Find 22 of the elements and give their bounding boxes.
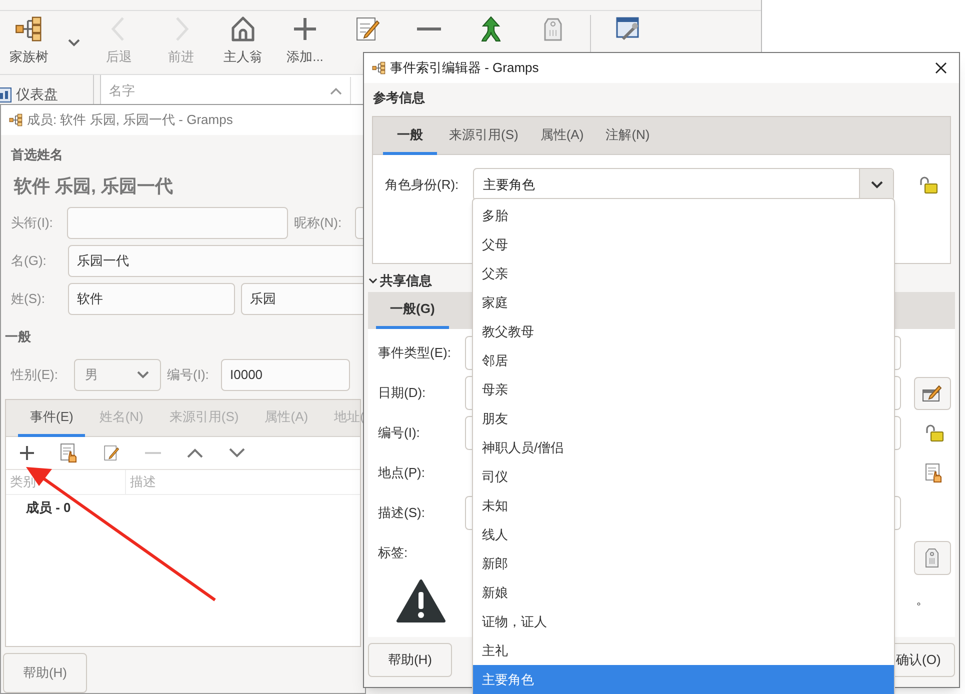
section-heading: 一般: [5, 328, 32, 346]
window-title: 事件索引编辑器 - Gramps: [390, 59, 540, 78]
field-label: 角色身份(R):: [385, 176, 460, 194]
field-label: 地点(P):: [378, 464, 426, 482]
column-title: 名字: [109, 82, 135, 100]
window-title: 成员: 软件 乐园, 乐园一代 - Gramps: [27, 111, 233, 130]
field-label: 描述(S):: [378, 504, 426, 522]
field-label: 性别(E):: [11, 366, 59, 384]
field-label: 编号(I):: [167, 366, 210, 384]
field-label: 事件类型(E):: [378, 344, 452, 362]
field-label: 日期(D):: [378, 384, 427, 402]
warning-text: 。: [916, 590, 929, 608]
name-heading: 软件 乐园, 乐园一代: [14, 175, 174, 198]
field-label: 编号(I):: [378, 424, 421, 442]
field-label: 头衔(I):: [11, 214, 54, 232]
field-label: 标签:: [378, 544, 409, 562]
combo-value: 主要角色: [482, 176, 536, 194]
field-label: 姓(S):: [11, 290, 46, 308]
section-heading: 首选姓名: [11, 146, 64, 164]
section-heading: 参考信息: [372, 89, 426, 107]
field-label: 名(G):: [11, 252, 48, 270]
field-label: 昵称(N):: [294, 214, 343, 232]
